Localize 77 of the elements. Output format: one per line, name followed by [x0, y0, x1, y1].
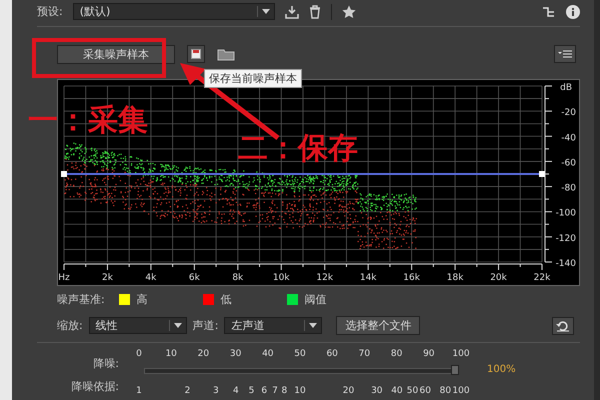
- y-axis-label: -140: [556, 258, 576, 269]
- y-axis-label: -120: [556, 233, 576, 244]
- x-axis-label: 2k: [102, 272, 113, 283]
- legend-text: 低: [220, 292, 232, 307]
- slider-tick-label: 30: [371, 386, 383, 396]
- legend-label: 噪声基准:: [57, 292, 105, 307]
- slider-tick-label: 3: [212, 386, 219, 396]
- slider-tick-label: 6: [261, 386, 268, 396]
- slider-tick-label: 8: [282, 386, 288, 396]
- y-axis-label: -100: [556, 208, 576, 218]
- slider-tick-label: 20: [198, 348, 210, 359]
- y-axis-label: -20: [561, 108, 576, 118]
- slider-tick-label: 50: [406, 386, 418, 396]
- slider-tick-label: 10: [165, 348, 177, 359]
- slider-tick-label: 90: [423, 348, 435, 359]
- star-icon[interactable]: [342, 4, 356, 19]
- x-axis-label: 8k: [232, 272, 244, 283]
- scale-dropdown[interactable]: 线性: [88, 317, 187, 334]
- trash-icon[interactable]: [308, 4, 321, 19]
- folder-icon[interactable]: [217, 48, 235, 61]
- slider-tick-label: 5: [248, 386, 254, 396]
- x-axis-label: 10k: [272, 272, 290, 283]
- x-axis-label: 22k: [534, 272, 550, 283]
- slider-tick-label: 100: [452, 386, 470, 396]
- select-entire-file-button[interactable]: 选择整个文件: [336, 316, 420, 336]
- caret-icon: [174, 323, 182, 328]
- y-axis-label: -60: [561, 158, 576, 168]
- slider-tick-label: 0: [136, 348, 142, 359]
- x-axis-label: 6k: [188, 272, 200, 283]
- legend-text: 阈值: [304, 292, 327, 307]
- x-axis-label: 18k: [446, 272, 464, 283]
- slider-tick-label: 80: [440, 386, 452, 396]
- slider-tick-label: 7: [272, 386, 278, 396]
- noise-reduction-reading: 100%: [487, 364, 516, 377]
- scale-label: 缩放:: [57, 318, 83, 334]
- menu-icon[interactable]: [554, 45, 576, 64]
- slider-tick-label: 60: [420, 386, 431, 396]
- slider-tick-label: 60: [326, 348, 338, 359]
- info-icon[interactable]: [566, 4, 580, 19]
- download-icon[interactable]: [284, 4, 299, 19]
- tooltip: 保存当前噪声样本: [204, 69, 302, 88]
- slider-tick-label: 70: [358, 348, 370, 359]
- noise-reduction-label: 降噪:: [92, 356, 119, 372]
- capture-noise-print-button[interactable]: 采集噪声样本: [57, 44, 175, 64]
- slider-tick-label: 40: [391, 386, 403, 396]
- channel-dropdown[interactable]: 左声道: [224, 317, 322, 334]
- slider-tick-label: 2: [184, 386, 190, 396]
- x-axis-label: 20k: [490, 272, 507, 283]
- save-icon[interactable]: [187, 45, 205, 64]
- slider-tick-label: 50: [294, 348, 306, 359]
- x-axis-label: 14k: [360, 272, 377, 283]
- slider-tick-label: 80: [390, 348, 402, 359]
- legend-text: 高: [136, 292, 148, 307]
- slider-tick-label: 40: [262, 348, 274, 359]
- channel-label: 声道:: [192, 318, 218, 334]
- threshold-curve[interactable]: [61, 170, 545, 177]
- slider-tick-label: 1: [136, 386, 142, 396]
- x-axis-label: Hz: [58, 272, 70, 283]
- annotation-text: 二：保存: [238, 130, 358, 168]
- preset-dropdown[interactable]: (默认): [72, 3, 275, 20]
- x-axis-label: 4k: [145, 272, 156, 283]
- caret-icon: [309, 323, 318, 328]
- reset-icon[interactable]: [552, 316, 574, 335]
- slider-tick-label: 30: [230, 348, 242, 359]
- y-axis-unit: dB: [560, 82, 572, 93]
- slider-tick-label: 100: [452, 348, 470, 359]
- reduce-by-label: 降噪依据:: [70, 378, 119, 395]
- y-axis-label: -40: [561, 132, 576, 143]
- slider-tick-label: 4: [233, 386, 239, 396]
- x-axis-label: 16k: [403, 272, 420, 283]
- x-axis-label: 12k: [316, 272, 334, 283]
- slider-tick-label: 20: [342, 386, 354, 396]
- caret-icon: [262, 9, 270, 14]
- y-axis-label: -80: [561, 183, 576, 194]
- annotation-text: 一：采集: [28, 102, 148, 140]
- preset-label: 预设:: [37, 4, 63, 20]
- slider-tick-label: 10: [294, 386, 306, 396]
